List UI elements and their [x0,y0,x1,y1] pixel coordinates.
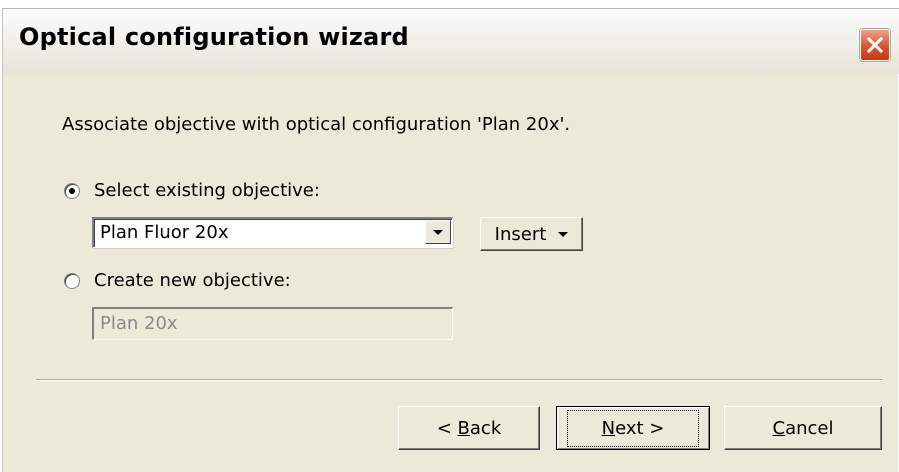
dropdown-arrow-icon [558,231,569,237]
create-new-radio[interactable]: Create new objective: [64,270,291,291]
window-title: Optical configuration wizard [19,23,409,51]
select-existing-label: Select existing objective: [94,180,320,201]
combobox-dropdown-button[interactable] [425,220,451,244]
radio-button-checked[interactable] [64,182,80,199]
close-icon [866,36,884,54]
radio-button-unchecked[interactable] [64,272,80,289]
new-objective-name-field[interactable]: Plan 20x [92,307,453,340]
chevron-down-icon [433,229,443,235]
insert-button-label: Insert [494,223,547,245]
footer-separator [36,379,882,381]
select-existing-radio[interactable]: Select existing objective: [64,180,320,201]
next-button[interactable]: Next > [556,406,710,450]
new-objective-name-value: Plan 20x [100,313,178,334]
instruction-text: Associate objective with optical configu… [62,114,571,135]
next-button-label: Next > [566,409,700,447]
create-new-label: Create new objective: [94,270,291,291]
cancel-button[interactable]: Cancel [724,406,882,450]
cancel-button-label: Cancel [772,417,834,439]
insert-button[interactable]: Insert [480,217,583,251]
close-button[interactable] [860,29,890,61]
objective-combobox[interactable]: Plan Fluor 20x [92,217,453,248]
objective-combobox-value: Plan Fluor 20x [100,222,229,243]
back-button-label: < Back [436,417,502,439]
title-bar[interactable]: Optical configuration wizard [3,8,899,74]
back-button[interactable]: < Back [398,406,540,450]
